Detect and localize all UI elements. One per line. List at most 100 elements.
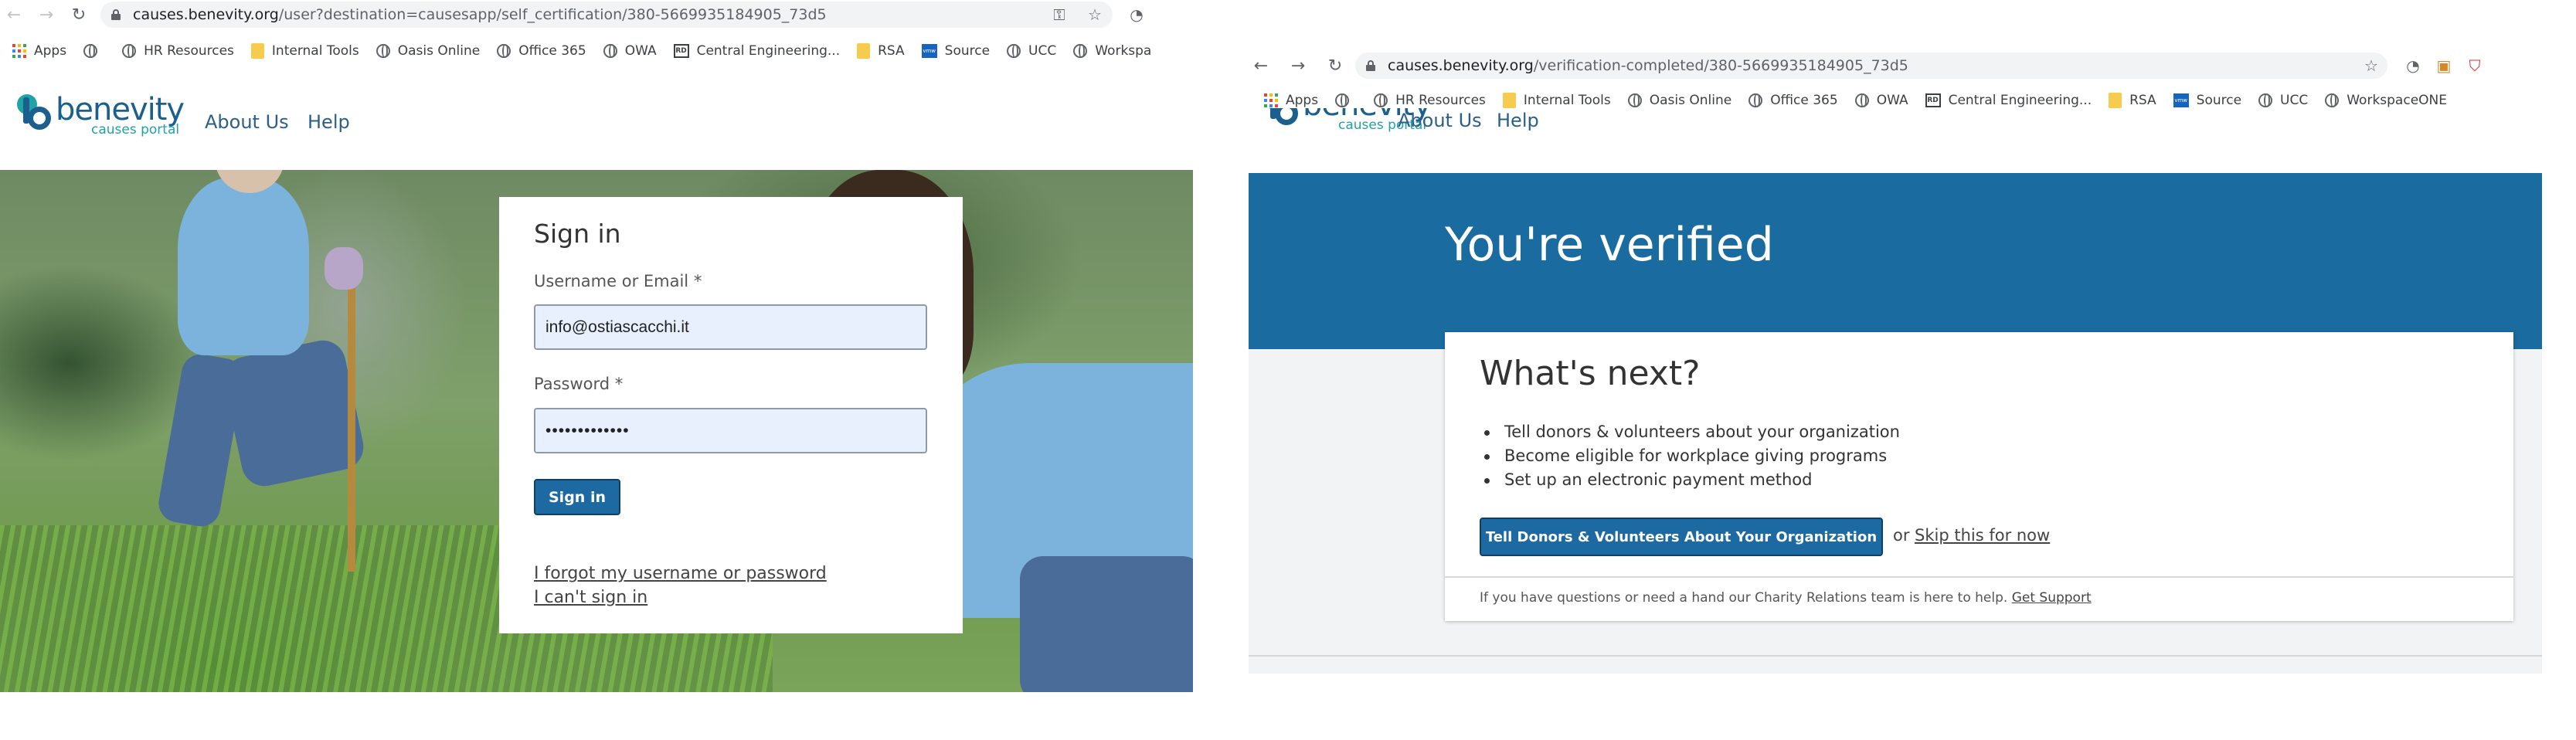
bookmark-owa[interactable]: OWA xyxy=(603,43,657,59)
bookmark-label: Central Engineering... xyxy=(696,43,841,59)
forgot-credentials-link[interactable]: I forgot my username or password xyxy=(534,564,827,583)
bookmarks-bar: Apps HR Resources Internal Tools Oasis O… xyxy=(0,39,1193,63)
shield-icon[interactable]: ⛉ xyxy=(2463,54,2486,77)
left-browser-window: ← → ↻ causes.benevity.org/user?destinati… xyxy=(0,0,1193,740)
key-icon[interactable]: ⚿ xyxy=(1048,3,1071,26)
bookmark-label: UCC xyxy=(2280,93,2309,108)
bookmark-label: Source xyxy=(2196,93,2242,108)
apps-grid-icon xyxy=(1264,93,1278,107)
globe-icon xyxy=(1335,93,1350,107)
globe-icon xyxy=(376,44,390,58)
nav-about-us[interactable]: About Us xyxy=(205,111,289,133)
bookmark-label: Office 365 xyxy=(518,43,586,59)
folder-icon xyxy=(2109,93,2122,108)
bookmark-label: Apps xyxy=(1286,93,1319,108)
password-input[interactable]: ••••••••••••• xyxy=(534,408,927,453)
bookmark-ucc[interactable]: UCC xyxy=(1007,43,1056,59)
signin-button[interactable]: Sign in xyxy=(534,479,620,515)
or-text: or xyxy=(1893,526,1910,545)
bookmark-rsa[interactable]: RSA xyxy=(2109,93,2156,108)
get-support-link[interactable]: Get Support xyxy=(2012,590,2092,606)
bookmark-label: RSA xyxy=(878,43,905,59)
globe-icon xyxy=(1748,93,1763,107)
url-host: causes.benevity.org xyxy=(1388,57,1534,74)
cant-signin-link[interactable]: I can't sign in xyxy=(534,588,647,607)
folder-icon xyxy=(1502,93,1516,108)
address-bar[interactable]: causes.benevity.org/verification-complet… xyxy=(1355,53,2387,79)
reload-icon[interactable]: ↻ xyxy=(1324,55,1346,76)
bookmark-label: Oasis Online xyxy=(1649,93,1732,108)
forward-icon[interactable]: → xyxy=(36,4,57,25)
globe-icon xyxy=(497,44,511,58)
bookmark-workspaceone[interactable]: WorkspaceONE xyxy=(2325,93,2447,108)
bookmark-label: HR Resources xyxy=(144,43,234,59)
list-item: Set up an electronic payment method xyxy=(1480,468,1900,492)
right-browser-window: ← → ↻ causes.benevity.org/verification-c… xyxy=(1249,0,2554,740)
logo-subtitle: causes portal xyxy=(91,122,180,137)
bookmark-internal-tools[interactable]: Internal Tools xyxy=(250,43,359,59)
source-favicon-icon: vmw xyxy=(921,44,937,58)
bookmark-office-365[interactable]: Office 365 xyxy=(1748,93,1838,108)
bookmark-label: Central Engineering... xyxy=(1948,93,2092,108)
support-text: If you have questions or need a hand our… xyxy=(1480,590,2008,606)
bookmark-label: Apps xyxy=(34,43,67,59)
bookmark-source[interactable]: vmw Source xyxy=(2173,93,2241,108)
bookmark-central-engineering[interactable]: RD Central Engineering... xyxy=(1925,93,2092,108)
nav-about-us[interactable]: About Us xyxy=(1398,110,1482,131)
extension-icon[interactable]: ▣ xyxy=(2432,54,2455,77)
lock-icon xyxy=(111,9,121,20)
hero-figure-part xyxy=(1020,556,1193,692)
tell-donors-button[interactable]: Tell Donors & Volunteers About Your Orga… xyxy=(1480,518,1883,556)
bookmark-label: OWA xyxy=(624,43,657,59)
back-icon[interactable]: ← xyxy=(1250,55,1272,76)
bookmark-oasis-online[interactable]: Oasis Online xyxy=(376,43,480,59)
globe-icon xyxy=(1007,44,1021,58)
bookmark-label: Office 365 xyxy=(1770,93,1838,108)
list-item: Become eligible for workplace giving pro… xyxy=(1480,444,1900,468)
globe-icon xyxy=(2258,93,2273,107)
bookmark-central-engineering[interactable]: RD Central Engineering... xyxy=(673,43,841,59)
forward-icon[interactable]: → xyxy=(1287,55,1309,76)
bookmark-owa[interactable]: OWA xyxy=(1854,93,1908,108)
hero-figure-part xyxy=(348,278,355,572)
bookmark-workspace[interactable]: Workspa xyxy=(1073,43,1151,59)
logo-text: benevity causes portal xyxy=(56,92,185,137)
extension-icon[interactable]: ◔ xyxy=(1125,3,1148,26)
reload-icon[interactable]: ↻ xyxy=(68,4,90,25)
bookmark-ucc[interactable]: UCC xyxy=(2258,93,2308,108)
bookmark-apps[interactable]: Apps xyxy=(1264,93,1318,108)
card-title: What's next? xyxy=(1480,354,1701,393)
bookmark-office-365[interactable]: Office 365 xyxy=(497,43,586,59)
globe-icon xyxy=(603,44,617,58)
bookmark-oasis-online[interactable]: Oasis Online xyxy=(1627,93,1732,108)
lock-icon xyxy=(1366,60,1375,71)
bookmark-label: RSA xyxy=(2129,93,2156,108)
bookmark-hr-resources[interactable]: HR Resources xyxy=(122,43,234,59)
star-icon[interactable]: ☆ xyxy=(1083,3,1106,26)
star-icon[interactable]: ☆ xyxy=(2360,54,2383,77)
username-input[interactable]: info@ostiascacchi.it xyxy=(534,304,927,350)
bookmark-source[interactable]: vmw Source xyxy=(921,43,990,59)
back-icon[interactable]: ← xyxy=(3,4,25,25)
benevity-logo-mark-icon xyxy=(1264,108,1300,131)
benevity-logo[interactable]: benevity causes portal xyxy=(17,92,185,137)
skip-link[interactable]: Skip this for now xyxy=(1915,526,2050,545)
bookmark-label: Internal Tools xyxy=(1523,93,1611,108)
nav-help[interactable]: Help xyxy=(1497,110,1539,131)
address-bar[interactable]: causes.benevity.org/user?destination=cau… xyxy=(100,2,1113,28)
globe-icon xyxy=(122,44,137,58)
bookmark-hr-resources[interactable]: HR Resources xyxy=(1374,93,1486,108)
logo-wordmark: benevity xyxy=(56,92,185,127)
bookmark-apps[interactable]: Apps xyxy=(12,43,66,59)
extension-icon[interactable]: ◔ xyxy=(2401,54,2425,77)
bookmark-label: Internal Tools xyxy=(271,43,359,59)
bookmark-globe[interactable] xyxy=(83,44,105,58)
bookmark-rsa[interactable]: RSA xyxy=(857,43,905,59)
footer-divider xyxy=(1249,655,2542,657)
bookmark-internal-tools[interactable]: Internal Tools xyxy=(1502,93,1611,108)
signin-title: Sign in xyxy=(534,219,621,249)
bookmark-globe[interactable] xyxy=(1335,93,1357,107)
globe-icon xyxy=(2325,93,2340,107)
nav-help[interactable]: Help xyxy=(308,111,350,133)
list-item: Tell donors & volunteers about your orga… xyxy=(1480,420,1900,444)
